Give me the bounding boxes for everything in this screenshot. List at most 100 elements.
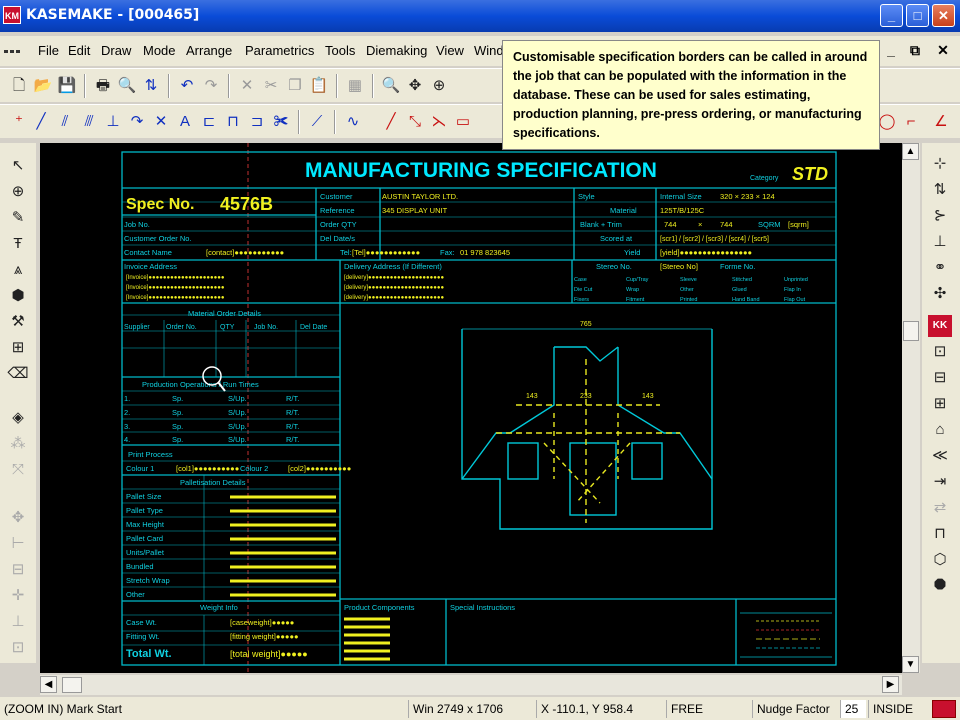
drawing-canvas[interactable]: 765 143 233 143 MANUFACTURING SPECIFICAT… xyxy=(40,143,902,673)
close-button[interactable]: ✕ xyxy=(932,4,955,27)
scroll-down-button[interactable]: ▼ xyxy=(902,656,919,673)
undo-icon[interactable]: ↶ xyxy=(176,75,198,97)
select-arrow-icon[interactable]: ↖ xyxy=(6,155,30,177)
point-icon[interactable]: ⁺ xyxy=(8,111,30,133)
parallel-line-icon[interactable]: ⫻ xyxy=(78,111,100,133)
menu-tools[interactable]: Tools xyxy=(325,43,355,58)
text-tool-icon[interactable]: Ŧ xyxy=(6,233,30,255)
nest-icon[interactable]: ⁂ xyxy=(6,433,30,455)
zoom-icon[interactable]: 🔍 xyxy=(380,75,402,97)
horizontal-scrollbar[interactable]: ◀ ▶ xyxy=(40,675,902,695)
menu-mode[interactable]: Mode xyxy=(143,43,176,58)
notch-icon[interactable]: ⊐ xyxy=(246,111,268,133)
redo-icon[interactable]: ↷ xyxy=(200,75,222,97)
menu-arrange[interactable]: Arrange xyxy=(186,43,232,58)
document-icon[interactable] xyxy=(4,42,30,60)
step-repeat-icon[interactable]: ⊡ xyxy=(6,637,30,659)
crash-lock-icon[interactable]: ⊓ xyxy=(928,523,952,545)
calculator-icon[interactable] xyxy=(932,700,956,718)
tuck-icon[interactable]: ⊡ xyxy=(928,341,952,363)
minimize-button[interactable]: _ xyxy=(880,4,903,27)
chain-icon[interactable]: ⚭ xyxy=(928,257,952,279)
vertical-scroll-thumb[interactable] xyxy=(903,321,919,341)
print-preview-icon[interactable]: 🔍 xyxy=(116,75,138,97)
trim-icon[interactable]: ✕ xyxy=(150,111,172,133)
arc-icon[interactable]: ↷ xyxy=(126,111,148,133)
perforate-icon[interactable]: ⤡ xyxy=(404,111,426,133)
perpendicular-icon[interactable]: ⊥ xyxy=(102,111,124,133)
joint-icon[interactable]: ✣ xyxy=(928,283,952,305)
bridge-icon[interactable]: ⋋ xyxy=(428,111,450,133)
fold-icon[interactable]: ⊱ xyxy=(928,205,952,227)
scroll-up-button[interactable]: ▲ xyxy=(902,143,919,160)
doc-restore-button[interactable]: ⧉ xyxy=(904,40,926,60)
window-patch-icon[interactable]: ⊟ xyxy=(928,367,952,389)
move-icon[interactable]: ⤧ xyxy=(6,459,30,481)
compass-icon[interactable]: ⩓ xyxy=(6,259,30,281)
save-icon[interactable]: 💾 xyxy=(56,75,78,97)
zoom-extents-icon[interactable]: ✥ xyxy=(404,75,426,97)
horizontal-scroll-thumb[interactable] xyxy=(62,677,82,693)
vertical-scrollbar[interactable]: ▲ ▼ xyxy=(902,143,920,673)
menu-edit[interactable]: Edit xyxy=(68,43,90,58)
doc-close-button[interactable]: ✕ xyxy=(932,40,954,60)
dimension-icon[interactable]: ⊏ xyxy=(198,111,220,133)
distribute-icon[interactable]: ⊟ xyxy=(6,559,30,581)
print-icon[interactable]: 🖶 xyxy=(92,75,114,97)
kasemake-kk-icon[interactable]: KK xyxy=(928,315,952,337)
new-file-icon[interactable]: 🗋 xyxy=(8,75,30,97)
polyline-icon[interactable]: ⟋ xyxy=(306,111,328,133)
scroll-right-button[interactable]: ▶ xyxy=(882,676,899,693)
line-icon[interactable]: ╱ xyxy=(30,111,52,133)
status-insert-mode[interactable]: INSIDE xyxy=(868,700,928,718)
properties-icon[interactable]: ▦ xyxy=(344,75,366,97)
glue-flap-icon[interactable]: ⊥ xyxy=(928,231,952,253)
maximize-button[interactable]: □ xyxy=(906,4,929,27)
menu-view[interactable]: View xyxy=(436,43,464,58)
text-icon[interactable]: A xyxy=(174,111,196,133)
line-angle-icon[interactable]: ⫽ xyxy=(54,111,76,133)
status-snap-mode[interactable]: FREE xyxy=(666,700,750,718)
flute-icon[interactable]: ⊹ xyxy=(928,153,952,175)
mirror-icon[interactable]: ⊥ xyxy=(6,611,30,633)
import-icon[interactable]: ⇅ xyxy=(140,75,162,97)
align-icon[interactable]: ⊢ xyxy=(6,533,30,555)
rectangle-icon[interactable]: ▭ xyxy=(452,111,474,133)
back-arrow-icon[interactable]: ≪ xyxy=(928,445,952,467)
cut-icon[interactable]: ✂ xyxy=(260,75,282,97)
fillet-icon[interactable]: ⊓ xyxy=(222,111,244,133)
panel-icon[interactable]: ⊞ xyxy=(928,393,952,415)
angle-icon[interactable]: ∠ xyxy=(930,111,952,133)
rotate-flip-icon[interactable]: ⇅ xyxy=(928,179,952,201)
scissors-icon[interactable]: ✀ xyxy=(270,111,292,133)
open-folder-icon[interactable]: 📂 xyxy=(32,75,54,97)
corner-icon[interactable]: ⌐ xyxy=(900,111,922,133)
nudge-factor-input[interactable]: 25 xyxy=(840,700,866,718)
shape-icon[interactable]: ◈ xyxy=(6,407,30,429)
doc-minimize-button[interactable]: _ xyxy=(880,40,902,60)
arrows-icon[interactable]: ⇄ xyxy=(928,497,952,519)
rotate-icon[interactable]: ✛ xyxy=(6,585,30,607)
eraser-icon[interactable]: ⌫ xyxy=(6,363,30,385)
delete-icon[interactable]: ✕ xyxy=(236,75,258,97)
pan-icon[interactable]: ✥ xyxy=(6,507,30,529)
box-3d-icon[interactable]: ⬢ xyxy=(6,285,30,307)
curve-icon[interactable]: ∿ xyxy=(342,111,364,133)
scroll-left-button[interactable]: ◀ xyxy=(40,676,57,693)
pencil-icon[interactable]: ✎ xyxy=(6,207,30,229)
menu-diemaking[interactable]: Diemaking xyxy=(366,43,427,58)
copy-icon[interactable]: ❐ xyxy=(284,75,306,97)
menu-file[interactable]: File xyxy=(38,43,59,58)
hammer-icon[interactable]: ⚒ xyxy=(6,311,30,333)
paste-icon[interactable]: 📋 xyxy=(308,75,330,97)
menu-parametrics[interactable]: Parametrics xyxy=(245,43,314,58)
corner-lock-icon[interactable]: ⬡ xyxy=(928,549,952,571)
layer-icon[interactable]: ⊞ xyxy=(6,337,30,359)
octagon-icon[interactable]: ⯃ xyxy=(928,575,952,597)
lock-tab-icon[interactable]: ⇥ xyxy=(928,471,952,493)
zoom-window-icon[interactable]: ⊕ xyxy=(428,75,450,97)
building-icon[interactable]: ⌂ xyxy=(928,419,952,441)
menu-draw[interactable]: Draw xyxy=(101,43,131,58)
crosshair-icon[interactable]: ⊕ xyxy=(6,181,30,203)
crease-icon[interactable]: ╱ xyxy=(380,111,402,133)
